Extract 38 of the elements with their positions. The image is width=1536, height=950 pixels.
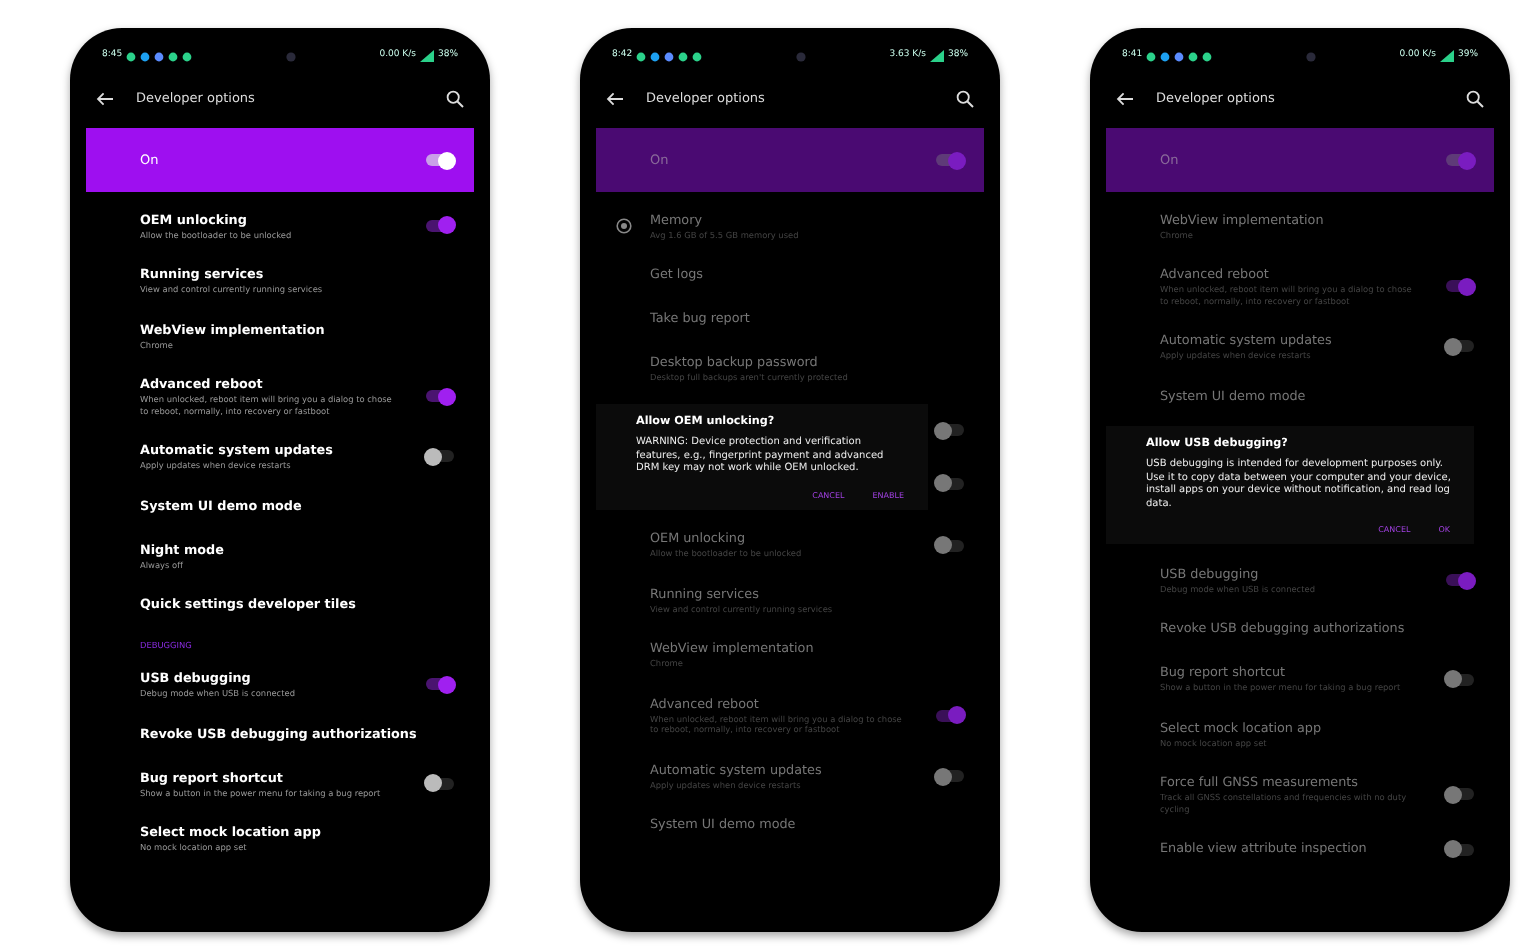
toggle-switch[interactable] xyxy=(936,539,964,552)
toggle-switch[interactable] xyxy=(426,219,454,232)
camera-hole xyxy=(1306,51,1317,61)
search-button[interactable] xyxy=(444,87,466,109)
toggle-switch[interactable] xyxy=(936,424,964,437)
memory-icon xyxy=(615,217,631,234)
back-arrow-icon xyxy=(1116,91,1134,105)
toggle-switch[interactable] xyxy=(1446,788,1474,801)
signal-icon xyxy=(1439,50,1454,62)
back-button[interactable] xyxy=(1114,89,1136,107)
toggle-switch[interactable] xyxy=(426,777,454,790)
search-icon xyxy=(956,89,974,107)
toggle-switch[interactable] xyxy=(936,477,964,490)
back-button[interactable] xyxy=(94,89,116,107)
search-icon xyxy=(446,89,464,107)
toggle-switch[interactable] xyxy=(426,390,454,402)
search-button[interactable] xyxy=(954,87,976,109)
toggle-switch[interactable] xyxy=(426,450,454,463)
signal-icon xyxy=(419,50,434,62)
toggle-switch[interactable] xyxy=(936,770,964,783)
back-arrow-icon xyxy=(606,91,624,105)
toggle-switch[interactable] xyxy=(1446,843,1474,856)
signal-icon xyxy=(929,50,944,62)
toggle-switch[interactable] xyxy=(1446,574,1474,587)
search-icon xyxy=(1466,89,1484,107)
back-button[interactable] xyxy=(604,89,626,107)
camera-hole xyxy=(286,51,297,61)
toggle-switch[interactable] xyxy=(1446,673,1474,686)
toggle-switch[interactable] xyxy=(936,154,964,166)
toggle-switch[interactable] xyxy=(1446,280,1474,292)
camera-hole xyxy=(796,51,807,61)
toggle-switch[interactable] xyxy=(426,154,454,166)
search-button[interactable] xyxy=(1464,87,1486,109)
toggle-switch[interactable] xyxy=(1446,340,1474,353)
toggle-switch[interactable] xyxy=(1446,154,1474,166)
toggle-switch[interactable] xyxy=(936,709,964,722)
back-arrow-icon xyxy=(96,91,114,105)
toggle-switch[interactable] xyxy=(426,678,454,691)
